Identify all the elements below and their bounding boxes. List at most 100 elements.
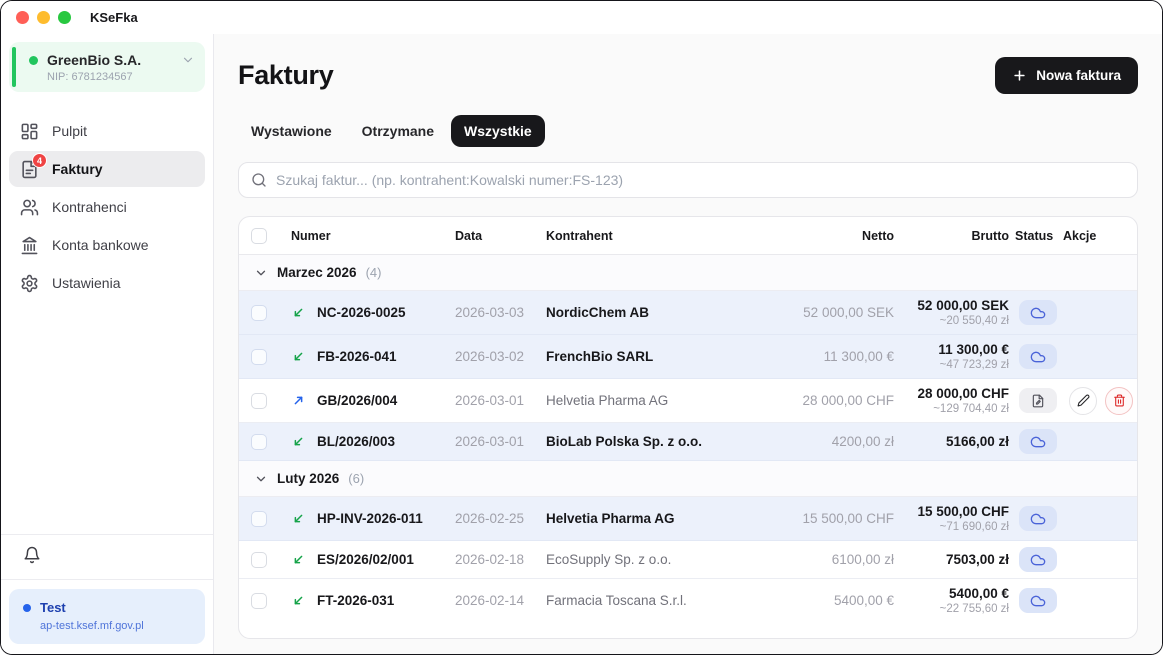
month-group-header[interactable]: Luty 2026 (6) (239, 461, 1137, 497)
invoice-icon: 4 (19, 159, 39, 179)
invoice-row[interactable]: ES/2026/02/001 2026-02-18 EcoSupply Sp. … (239, 541, 1137, 579)
search-input[interactable] (276, 172, 1125, 188)
group-label: Luty 2026 (277, 471, 339, 486)
sidebar-item-pulpit[interactable]: Pulpit (9, 113, 205, 149)
sidebar-item-kontrahenci[interactable]: Kontrahenci (9, 189, 205, 225)
invoice-row[interactable]: HP-INV-2026-011 2026-02-25 Helvetia Phar… (239, 497, 1137, 541)
invoice-brutto-pln: ~22 755,60 zł (900, 602, 1009, 616)
invoice-brutto: 15 500,00 CHF (900, 503, 1009, 520)
row-checkbox[interactable] (251, 305, 267, 321)
bank-icon (19, 235, 39, 255)
group-count: (4) (366, 265, 382, 280)
chevron-down-icon (254, 472, 268, 486)
tab-otrzymane[interactable]: Otrzymane (349, 115, 447, 147)
search-bar (238, 162, 1138, 198)
invoice-brutto-pln: ~20 550,40 zł (900, 314, 1009, 328)
group-label: Marzec 2026 (277, 265, 357, 280)
row-checkbox[interactable] (251, 393, 267, 409)
invoice-row[interactable]: GB/2026/004 2026-03-01 Helvetia Pharma A… (239, 379, 1137, 423)
invoice-netto: 15 500,00 CHF (780, 511, 900, 526)
invoice-date: 2026-03-01 (455, 434, 546, 449)
select-all-checkbox[interactable] (251, 228, 267, 244)
chevron-down-icon (181, 53, 195, 67)
row-checkbox[interactable] (251, 593, 267, 609)
invoice-number: ES/2026/02/001 (317, 552, 414, 567)
zoom-window-button[interactable] (58, 11, 71, 24)
invoice-contractor: EcoSupply Sp. z o.o. (546, 552, 780, 567)
environment-status-dot (23, 604, 31, 612)
row-checkbox[interactable] (251, 349, 267, 365)
column-header-netto: Netto (780, 229, 900, 243)
environment-name: Test (40, 600, 66, 615)
incoming-arrow-icon (291, 593, 306, 608)
column-header-numer: Numer (291, 229, 455, 243)
status-draft-badge (1019, 388, 1057, 413)
sidebar-item-faktury[interactable]: 4 Faktury (9, 151, 205, 187)
main-content: Faktury Nowa faktura Wystawione Otrzyman… (214, 34, 1162, 654)
incoming-arrow-icon (291, 434, 306, 449)
invoice-row[interactable]: FB-2026-041 2026-03-02 FrenchBio SARL 11… (239, 335, 1137, 379)
status-sent-badge (1019, 300, 1057, 325)
invoice-number: HP-INV-2026-011 (317, 511, 423, 526)
invoice-brutto-pln: ~71 690,60 zł (900, 520, 1009, 534)
new-invoice-button[interactable]: Nowa faktura (995, 57, 1138, 94)
tab-wszystkie[interactable]: Wszystkie (451, 115, 545, 147)
outgoing-arrow-icon (291, 393, 306, 408)
company-status-dot (29, 56, 38, 65)
invoice-contractor: NordicChem AB (546, 305, 780, 320)
invoice-brutto: 28 000,00 CHF (900, 385, 1009, 402)
invoice-row[interactable]: FT-2026-031 2026-02-14 Farmacia Toscana … (239, 579, 1137, 622)
invoice-contractor: Helvetia Pharma AG (546, 511, 780, 526)
invoice-contractor: FrenchBio SARL (546, 349, 780, 364)
window-controls (16, 11, 71, 24)
unread-count-badge: 4 (32, 153, 47, 168)
delete-button[interactable] (1105, 387, 1133, 415)
edit-button[interactable] (1069, 387, 1097, 415)
invoice-number: BL/2026/003 (317, 434, 395, 449)
status-sent-badge (1019, 506, 1057, 531)
invoice-tabs: Wystawione Otrzymane Wszystkie (238, 115, 1138, 147)
company-selector[interactable]: GreenBio S.A. NIP: 6781234567 (9, 42, 205, 92)
sidebar-item-label: Konta bankowe (52, 237, 149, 253)
sidebar-item-label: Pulpit (52, 123, 87, 139)
minimize-window-button[interactable] (37, 11, 50, 24)
invoice-date: 2026-03-02 (455, 349, 546, 364)
row-checkbox[interactable] (251, 434, 267, 450)
company-name: GreenBio S.A. (47, 52, 172, 68)
settings-icon (19, 273, 39, 293)
row-checkbox[interactable] (251, 511, 267, 527)
dashboard-icon (19, 121, 39, 141)
invoice-netto: 11 300,00 € (780, 349, 900, 364)
status-sent-badge (1019, 588, 1057, 613)
close-window-button[interactable] (16, 11, 29, 24)
tab-wystawione[interactable]: Wystawione (238, 115, 345, 147)
invoice-date: 2026-03-03 (455, 305, 546, 320)
invoice-row[interactable]: BL/2026/003 2026-03-01 BioLab Polska Sp.… (239, 423, 1137, 461)
incoming-arrow-icon (291, 349, 306, 364)
sidebar-item-ustawienia[interactable]: Ustawienia (9, 265, 205, 301)
sidebar: GreenBio S.A. NIP: 6781234567 Pulpit (1, 34, 214, 654)
invoice-brutto: 52 000,00 SEK (900, 297, 1009, 314)
invoice-brutto: 7503,00 zł (900, 551, 1009, 568)
invoice-netto: 5400,00 € (780, 593, 900, 608)
app-window: KSeFka GreenBio S.A. NIP: 6781234567 (0, 0, 1163, 655)
plus-icon (1012, 68, 1027, 83)
month-group-header[interactable]: Marzec 2026 (4) (239, 255, 1137, 291)
sidebar-item-label: Kontrahenci (52, 199, 127, 215)
app-title: KSeFka (90, 10, 138, 25)
status-sent-badge (1019, 344, 1057, 369)
titlebar: KSeFka (1, 1, 1162, 34)
sidebar-item-konta-bankowe[interactable]: Konta bankowe (9, 227, 205, 263)
invoice-contractor: BioLab Polska Sp. z o.o. (546, 434, 780, 449)
invoice-brutto: 5166,00 zł (900, 433, 1009, 450)
incoming-arrow-icon (291, 511, 306, 526)
row-checkbox[interactable] (251, 552, 267, 568)
search-icon (251, 172, 267, 188)
invoice-date: 2026-02-25 (455, 511, 546, 526)
notifications-bell-icon[interactable] (23, 546, 41, 564)
environment-indicator[interactable]: Test ap-test.ksef.mf.gov.pl (9, 589, 205, 644)
invoice-brutto: 11 300,00 € (900, 341, 1009, 358)
row-actions (1063, 387, 1137, 415)
status-sent-badge (1019, 429, 1057, 454)
invoice-row[interactable]: NC-2026-0025 2026-03-03 NordicChem AB 52… (239, 291, 1137, 335)
